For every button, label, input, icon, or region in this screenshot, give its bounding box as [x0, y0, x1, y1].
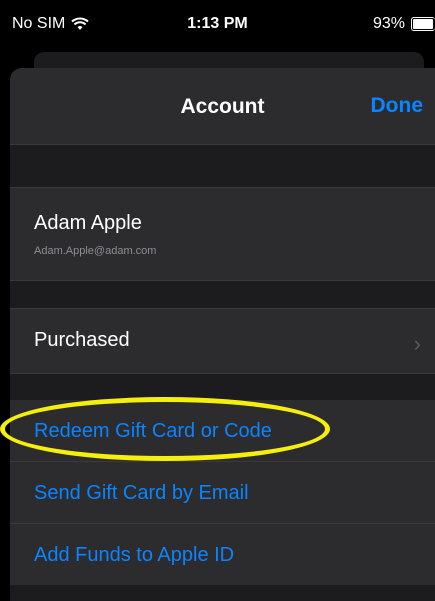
account-cell[interactable]: Adam Apple Adam.Apple@adam.com	[10, 187, 435, 281]
add-funds-label[interactable]: Add Funds to Apple ID	[34, 544, 234, 567]
done-button[interactable]: Done	[371, 94, 424, 118]
account-name: Adam Apple	[34, 212, 142, 234]
section-gap	[10, 281, 435, 308]
status-time: 1:13 PM	[187, 15, 248, 32]
battery-icon	[411, 17, 435, 31]
send-gift-card-button[interactable]: Send Gift Card by Email	[10, 461, 435, 523]
status-bar: No SIM 1:13 PM 93%	[0, 0, 435, 56]
add-funds-button[interactable]: Add Funds to Apple ID	[10, 523, 435, 585]
account-email: Adam.Apple@adam.com	[34, 245, 157, 257]
nav-bar: Account Done	[10, 68, 435, 145]
status-right: 93%	[373, 15, 435, 33]
send-gift-card-label[interactable]: Send Gift Card by Email	[34, 482, 249, 505]
battery-fill	[413, 19, 433, 29]
purchased-label: Purchased	[34, 329, 130, 351]
section-gap	[10, 145, 435, 187]
account-sheet: Account Done Adam Apple Adam.Apple@adam.…	[10, 68, 435, 601]
redeem-gift-card-label[interactable]: Redeem Gift Card or Code	[34, 420, 272, 443]
redeem-gift-card-button[interactable]: Redeem Gift Card or Code	[10, 400, 435, 461]
chevron-right-icon: ›	[413, 331, 421, 356]
battery-percentage: 93%	[372, 15, 405, 32]
purchased-cell[interactable]: Purchased ›	[10, 308, 435, 374]
section-gap	[10, 374, 435, 400]
